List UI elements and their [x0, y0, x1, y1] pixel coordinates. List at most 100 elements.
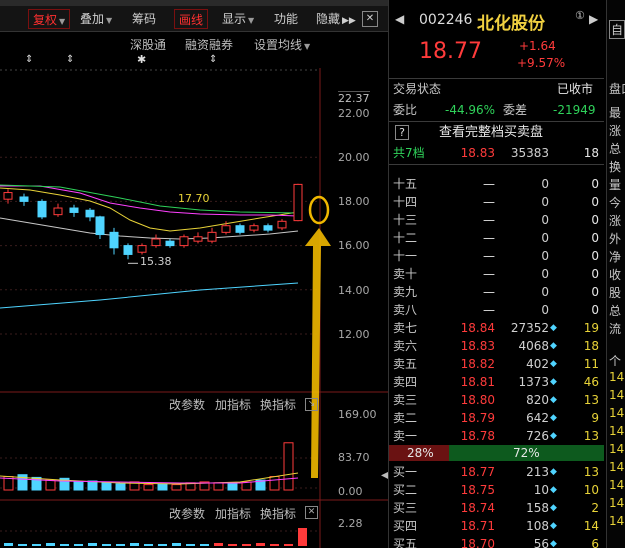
chart-subbar: 深股通 融资融券 设置均线 ▼ — [0, 33, 320, 53]
side-lower-label: 个 — [609, 354, 622, 368]
depth-levels: 共7档 — [393, 146, 425, 160]
order-row[interactable]: 买四 18.71 108 ◆ 14 — [389, 517, 604, 535]
side-item-label: 股 — [609, 286, 622, 300]
order-count: 13 — [583, 429, 599, 443]
side-item-label: 涨 — [609, 124, 622, 138]
order-volume: 27352 — [510, 321, 549, 335]
order-price: — — [483, 285, 495, 299]
order-row[interactable]: 卖三 18.80 820 ◆ 13 — [389, 391, 604, 409]
order-level-name: 卖六 — [393, 339, 418, 353]
candle-body — [123, 245, 133, 255]
full-depth-row[interactable]: ? 查看完整档买卖盘 — [389, 124, 604, 142]
draw-line-button[interactable]: 画线 — [174, 9, 209, 29]
display-button[interactable]: 显示 ▼ — [218, 9, 258, 29]
add-indicator-button[interactable]: 加指标 — [215, 505, 251, 522]
kline-chart[interactable]: 22.37 22.00 20.00 18.00 16.00 14.00 12.0… — [0, 68, 389, 548]
overlay-label: 叠加 — [80, 12, 105, 26]
volume-axis-label: 169.00 — [338, 408, 377, 421]
order-level-name: 卖十 — [393, 267, 418, 281]
order-row[interactable]: 卖七 18.84 27352 ◆ 19 — [389, 319, 604, 337]
last-price: 18.77 — [419, 39, 482, 64]
add-indicator-button[interactable]: 加指标 — [215, 396, 251, 413]
close-icon[interactable]: ✕ — [305, 506, 318, 519]
kline-chart-svg[interactable] — [0, 68, 388, 548]
order-row[interactable]: 买二 18.75 10 ◆ 10 — [389, 481, 604, 499]
event-marker-icon[interactable]: ⇕ — [25, 54, 33, 65]
ma-settings-button[interactable]: 设置均线 ▼ — [254, 36, 310, 53]
prev-stock-icon[interactable]: ◀ — [395, 12, 404, 26]
order-volume: 0 — [541, 285, 549, 299]
macd-bar — [256, 543, 265, 546]
event-marker-icon[interactable]: ⇕ — [66, 54, 74, 65]
order-row[interactable]: 十二 — 0 0 — [389, 229, 604, 247]
close-icon[interactable]: ✕ — [362, 11, 378, 27]
order-level-name: 卖一 — [393, 429, 418, 443]
order-row[interactable]: 卖八 — 0 0 — [389, 301, 604, 319]
order-count: 14 — [583, 519, 599, 533]
order-count: 0 — [591, 195, 599, 209]
macd-bar — [172, 543, 181, 546]
function-button[interactable]: 功能 — [270, 9, 302, 29]
side-lower-label: 14 — [609, 370, 625, 384]
order-row[interactable]: 十四 — 0 0 — [389, 193, 604, 211]
hide-button[interactable]: 隐藏 ▶▶ — [312, 9, 360, 29]
order-row[interactable]: 卖二 18.79 642 ◆ 9 — [389, 409, 604, 427]
hk-connect-tab[interactable]: 深股通 — [130, 36, 166, 53]
order-level-name: 十一 — [393, 249, 418, 263]
order-row[interactable]: 卖一 18.78 726 ◆ 13 — [389, 427, 604, 445]
order-row[interactable]: 买三 18.74 158 ◆ 2 — [389, 499, 604, 517]
double-chevron-right-icon: ▶▶ — [342, 16, 356, 26]
candle-body — [263, 225, 273, 231]
order-volume: 108 — [526, 519, 549, 533]
macd-bar — [88, 543, 97, 546]
price-axis-label: 12.00 — [338, 328, 370, 341]
collapse-icon[interactable]: ↘ — [305, 398, 318, 411]
event-marker-icon[interactable]: ⇕ — [209, 54, 217, 65]
order-row[interactable]: 买一 18.77 213 ◆ 13 — [389, 463, 604, 481]
order-row[interactable]: 卖五 18.82 402 ◆ 11 — [389, 355, 604, 373]
price-axis-label: 22.37 — [338, 91, 370, 105]
macd-bar — [200, 544, 209, 546]
order-row[interactable]: 卖十 — 0 0 — [389, 265, 604, 283]
volume-bar — [73, 481, 84, 491]
order-row[interactable]: 买五 18.70 56 ◆ 6 — [389, 535, 604, 548]
next-stock-icon[interactable]: ▶ — [589, 12, 598, 26]
full-depth-link[interactable]: 查看完整档买卖盘 — [439, 124, 543, 142]
side-tab-pankou[interactable]: 盘口 — [609, 80, 625, 97]
order-price: 18.77 — [460, 465, 495, 479]
switch-indicator-button[interactable]: 换指标 — [260, 505, 296, 522]
macd-bar — [284, 544, 293, 546]
order-count: 19 — [583, 321, 599, 335]
volume-bar — [157, 483, 168, 491]
order-volume: 0 — [541, 177, 549, 191]
edit-params-button[interactable]: 改参数 — [169, 396, 205, 413]
edit-params-button[interactable]: 改参数 — [169, 505, 205, 522]
order-level-name: 卖八 — [393, 303, 418, 317]
fuquan-button[interactable]: 复权 ▼ — [28, 9, 71, 29]
help-icon[interactable]: ? — [395, 125, 409, 140]
order-row[interactable]: 十五 — 0 0 — [389, 175, 604, 193]
price-change: +1.64 — [519, 39, 556, 53]
side-top-button[interactable]: 自 — [609, 20, 625, 39]
fuquan-label: 复权 — [33, 13, 58, 27]
volume-bar — [213, 482, 224, 491]
function-label: 功能 — [274, 12, 299, 26]
margin-trading-tab[interactable]: 融资融券 — [185, 36, 233, 53]
info-badge[interactable]: ① — [575, 9, 585, 22]
order-row[interactable]: 十三 — 0 0 — [389, 211, 604, 229]
overlay-button[interactable]: 叠加 ▼ — [76, 9, 116, 29]
order-volume: 0 — [541, 267, 549, 281]
price-axis-label: 22.00 — [338, 107, 370, 120]
order-row[interactable]: 十一 — 0 0 — [389, 247, 604, 265]
switch-indicator-button[interactable]: 换指标 — [260, 396, 296, 413]
order-row[interactable]: 卖六 18.83 4068 ◆ 18 — [389, 337, 604, 355]
order-price: — — [483, 213, 495, 227]
volume-bar — [283, 442, 294, 491]
order-row[interactable]: 卖四 18.81 1373 ◆ 46 — [389, 373, 604, 391]
chips-button[interactable]: 筹码 — [128, 9, 160, 29]
order-row[interactable]: 卖九 — 0 0 — [389, 283, 604, 301]
macd-bar — [270, 544, 279, 546]
quote-panel: ◀ 002246 北化股份 ① ▶ 18.77 +1.64 +9.57% 交易状… — [388, 0, 625, 548]
star-marker-icon[interactable]: ✱ — [137, 53, 146, 66]
price-axis-label: 16.00 — [338, 239, 370, 252]
